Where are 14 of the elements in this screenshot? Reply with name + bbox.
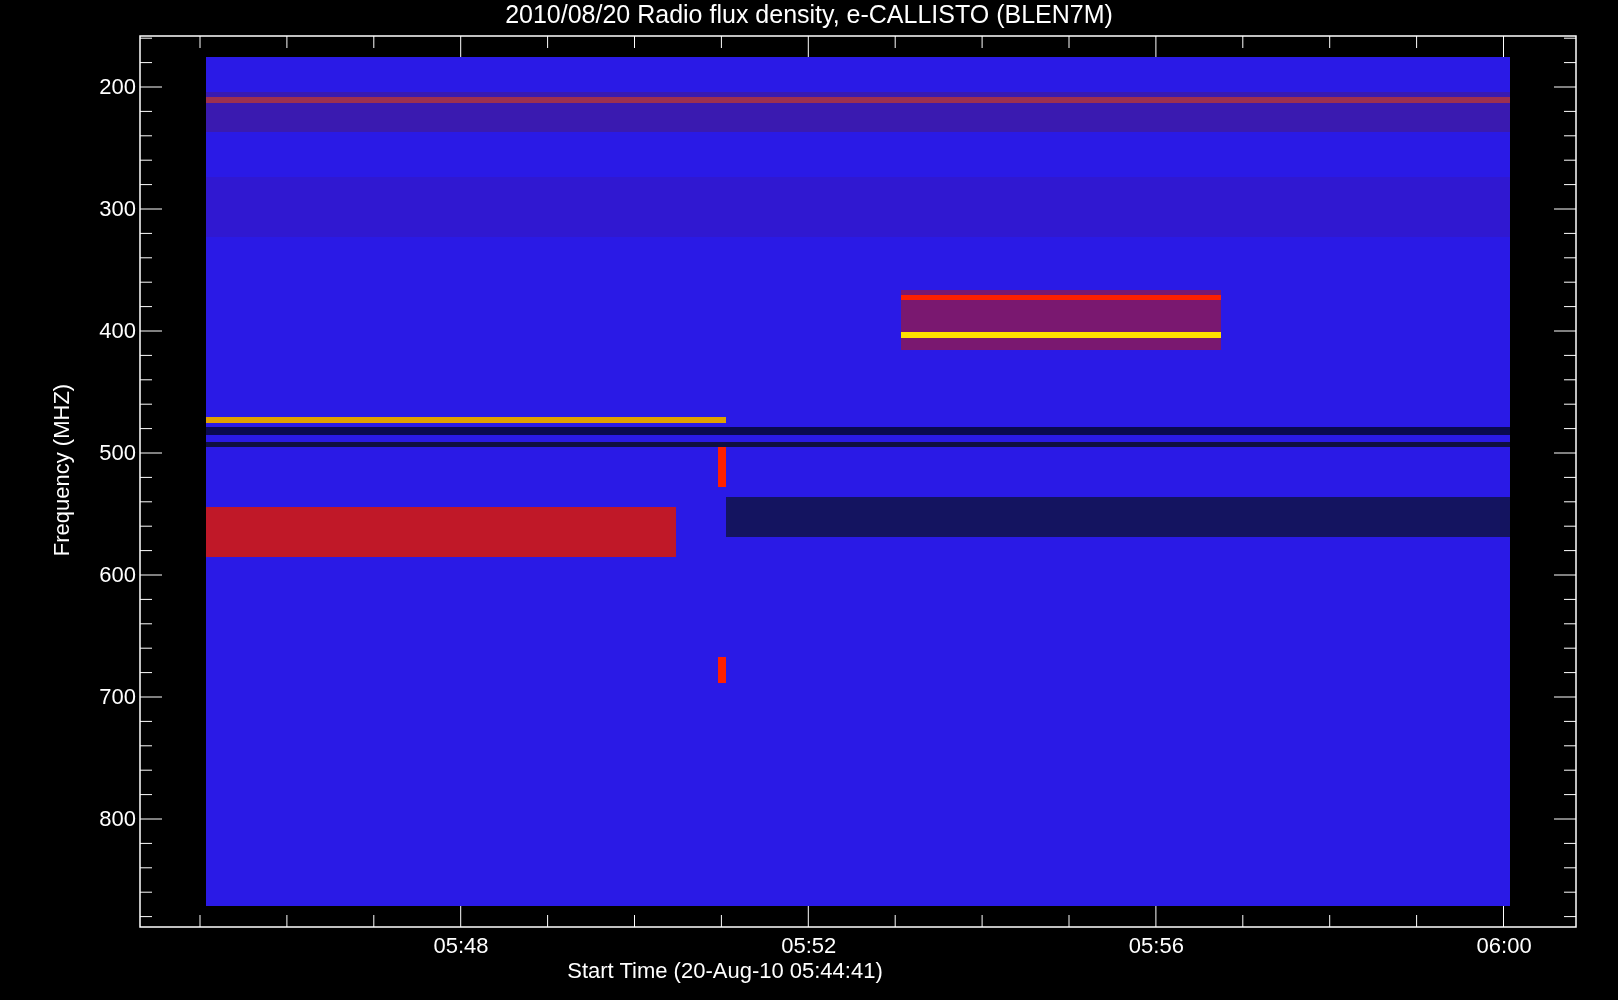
y-axis-label: Frequency (MHZ) [49, 383, 75, 557]
y-tick-label: 600 [98, 562, 136, 588]
x-axis-label: Start Time (20-Aug-10 05:44:41) [566, 958, 884, 984]
y-tick-label: 200 [98, 74, 136, 100]
plot-title: 2010/08/20 Radio flux density, e-CALLISTO (BLEN7M) [504, 0, 1114, 29]
y-tick-label: 300 [98, 196, 136, 222]
y-tick-label: 400 [98, 318, 136, 344]
y-tick-label: 500 [98, 440, 136, 466]
x-tick-label: 05:56 [1127, 933, 1185, 959]
x-tick-label: 06:00 [1475, 933, 1533, 959]
x-tick-label: 05:52 [780, 933, 838, 959]
x-tick-label: 05:48 [432, 933, 490, 959]
y-tick-label: 800 [98, 806, 136, 832]
y-tick-label: 700 [98, 684, 136, 710]
